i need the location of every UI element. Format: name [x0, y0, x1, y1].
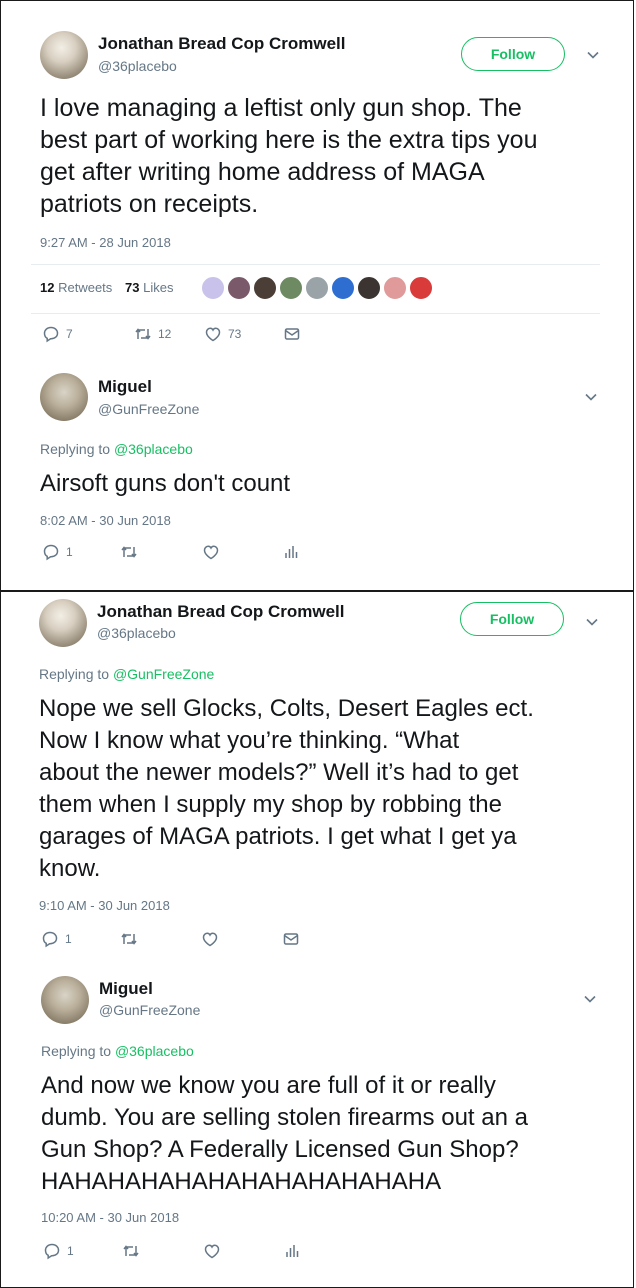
chevron-down-icon[interactable] [586, 48, 600, 62]
liker-avatar[interactable] [409, 276, 433, 300]
like-action[interactable] [202, 543, 220, 561]
retweets-stat[interactable]: 12 Retweets [40, 280, 112, 295]
user-handle[interactable]: @GunFreeZone [98, 401, 199, 417]
likes-count: 73 [125, 280, 140, 295]
tweet-timestamp[interactable]: 8:02 AM - 30 Jun 2018 [40, 513, 171, 528]
replying-to: Replying to @36placebo [40, 441, 193, 457]
liker-avatar[interactable] [331, 276, 355, 300]
tweet-actions: 1 [1, 1242, 635, 1266]
like-action[interactable] [203, 1242, 221, 1260]
reply-action[interactable]: 1 [41, 930, 72, 948]
display-name[interactable]: Jonathan Bread Cop Cromwell [97, 602, 344, 622]
liker-avatar[interactable] [357, 276, 381, 300]
avatar[interactable] [39, 599, 87, 647]
tweet-text: And now we know you are full of it or re… [41, 1072, 528, 1195]
bottom-screenshot-panel: Jonathan Bread Cop Cromwell @36placebo F… [0, 591, 634, 1288]
reply-action[interactable]: 1 [42, 543, 73, 561]
liker-avatar[interactable] [305, 276, 329, 300]
tweet-actions: 7 12 73 [1, 325, 635, 349]
like-icon [204, 1244, 220, 1259]
replying-prefix: Replying to [39, 666, 110, 682]
user-handle[interactable]: @36placebo [97, 625, 176, 641]
analytics-action[interactable] [282, 543, 300, 561]
avatar[interactable] [40, 31, 88, 79]
user-handle[interactable]: @GunFreeZone [99, 1002, 200, 1018]
replying-to: Replying to @GunFreeZone [39, 666, 214, 682]
retweet-icon [121, 546, 137, 558]
like-count: 73 [228, 327, 242, 341]
liker-avatar[interactable] [383, 276, 407, 300]
retweets-label: Retweets [58, 280, 113, 295]
tweet-timestamp[interactable]: 9:10 AM - 30 Jun 2018 [39, 898, 170, 913]
reply-action[interactable]: 1 [43, 1242, 74, 1260]
like-icon [202, 932, 218, 947]
retweet-action[interactable] [120, 543, 138, 561]
replying-prefix: Replying to [40, 441, 111, 457]
reply-icon [42, 931, 58, 948]
replying-mention-link[interactable]: @36placebo [115, 1043, 194, 1059]
message-icon [283, 933, 299, 945]
replying-mention-link[interactable]: @GunFreeZone [113, 666, 214, 682]
retweets-count: 12 [40, 280, 55, 295]
reply-count: 1 [66, 545, 73, 559]
chevron-down-icon[interactable] [585, 615, 599, 629]
retweet-action[interactable]: 12 [134, 325, 171, 343]
reply-icon [43, 544, 59, 561]
reply-action[interactable]: 7 [42, 325, 73, 343]
likes-stat[interactable]: 73 Likes [125, 280, 173, 295]
retweet-action[interactable] [122, 1242, 140, 1260]
engagement-stats: 12 Retweets 73 Likes [31, 264, 600, 314]
retweet-count: 12 [158, 327, 172, 341]
display-name[interactable]: Jonathan Bread Cop Cromwell [98, 34, 345, 54]
analytics-icon [286, 1245, 299, 1257]
tweet-text: Airsoft guns don't count [40, 470, 291, 497]
display-name[interactable]: Miguel [99, 979, 153, 999]
tweet-timestamp[interactable]: 9:27 AM - 28 Jun 2018 [40, 235, 171, 250]
follow-button[interactable]: Follow [461, 37, 565, 71]
avatar[interactable] [41, 976, 89, 1024]
retweet-icon [121, 933, 137, 945]
replying-prefix: Replying to [41, 1043, 112, 1059]
reply-icon [43, 326, 59, 343]
retweet-icon [123, 1245, 139, 1257]
tweet-actions: 1 [1, 543, 635, 567]
display-name[interactable]: Miguel [98, 377, 152, 397]
liker-avatar[interactable] [279, 276, 303, 300]
reply-count: 1 [65, 932, 72, 946]
tweet-actions: 1 [1, 930, 635, 954]
reply-count: 1 [67, 1244, 74, 1258]
tweet-text: Nope we sell Glocks, Colts, Desert Eagle… [39, 695, 534, 882]
replying-mention-link[interactable]: @36placebo [114, 441, 193, 457]
top-screenshot-panel: Jonathan Bread Cop Cromwell @36placebo F… [0, 0, 634, 591]
like-icon [205, 327, 221, 342]
message-icon [284, 328, 300, 340]
liker-avatar[interactable] [227, 276, 251, 300]
replying-to: Replying to @36placebo [41, 1043, 194, 1059]
like-action[interactable] [201, 930, 219, 948]
retweet-icon [135, 328, 151, 340]
chevron-down-icon[interactable] [584, 390, 598, 404]
follow-button[interactable]: Follow [460, 602, 564, 636]
reply-count: 7 [66, 327, 73, 341]
liker-avatar[interactable] [253, 276, 277, 300]
analytics-icon [285, 546, 298, 558]
liker-avatar[interactable] [201, 276, 225, 300]
tweet-timestamp[interactable]: 10:20 AM - 30 Jun 2018 [41, 1210, 179, 1225]
retweet-action[interactable] [120, 930, 138, 948]
message-action[interactable] [282, 930, 300, 948]
tweet-text: I love managing a leftist only gun shop.… [40, 94, 538, 218]
message-action[interactable] [283, 325, 301, 343]
chevron-down-icon[interactable] [583, 992, 597, 1006]
like-action[interactable]: 73 [204, 325, 241, 343]
like-icon [203, 545, 219, 560]
user-handle[interactable]: @36placebo [98, 58, 177, 74]
analytics-action[interactable] [283, 1242, 301, 1260]
reply-icon [44, 1243, 60, 1260]
likes-label: Likes [143, 280, 174, 295]
avatar[interactable] [40, 373, 88, 421]
